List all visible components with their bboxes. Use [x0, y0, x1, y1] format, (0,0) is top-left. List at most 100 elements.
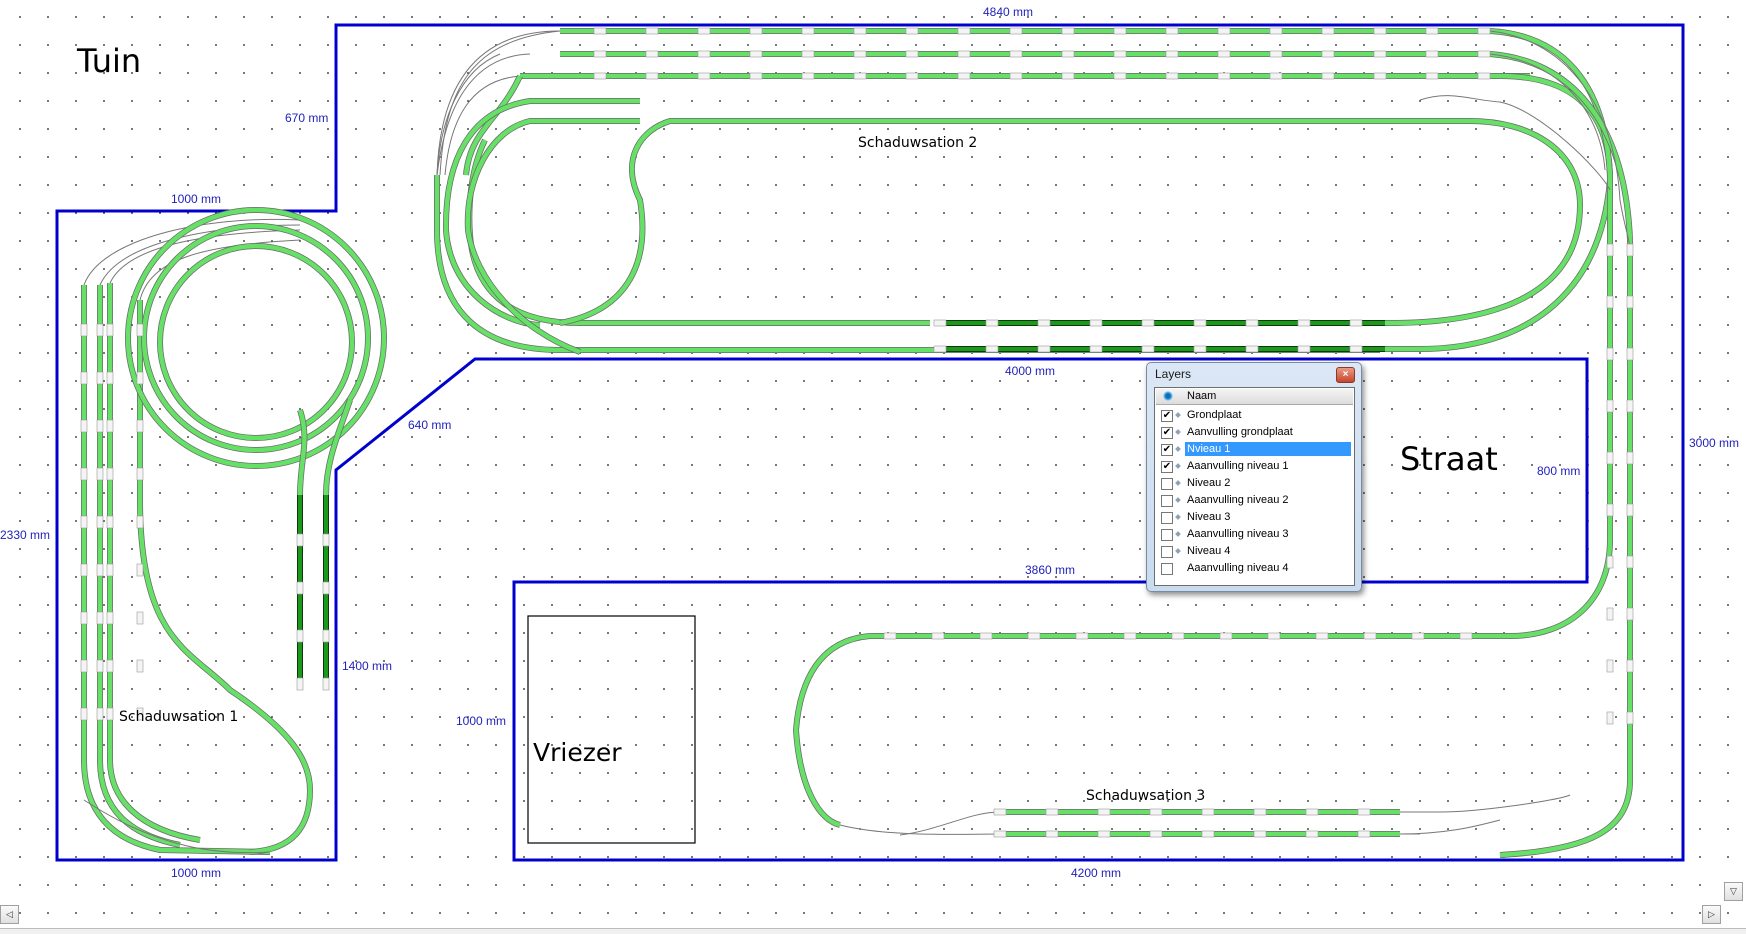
layer-name: Niveau 3: [1187, 511, 1231, 523]
track-joint: [322, 677, 330, 691]
track[interactable]: [559, 118, 1300, 326]
layer-row[interactable]: ✔ Aanvulling grondplaat: [1155, 424, 1353, 441]
layer-visibility-checkbox[interactable]: [1161, 546, 1173, 558]
track-joint: [985, 345, 999, 353]
dim-diagonal: 640 mm: [408, 418, 452, 432]
track-joint: [1009, 72, 1023, 80]
track-helix-outer[interactable]: [157, 243, 355, 441]
track-bottom-loop[interactable]: [793, 633, 871, 828]
track-joint: [1606, 399, 1614, 413]
close-icon[interactable]: ×: [1336, 367, 1355, 383]
track-joint: [1606, 243, 1614, 257]
track-helix-outer2[interactable]: [141, 223, 371, 453]
visibility-icon: [1163, 391, 1173, 401]
layer-row[interactable]: Aaanvulling niveau 2: [1155, 492, 1353, 509]
layer-visibility-checkbox[interactable]: [1161, 495, 1173, 507]
track-joint: [1269, 50, 1283, 58]
layers-column-header[interactable]: Naam: [1156, 389, 1353, 405]
track-joint: [106, 323, 114, 337]
layer-row[interactable]: Niveau 3: [1155, 509, 1353, 526]
layer-visibility-checkbox[interactable]: ✔: [1161, 444, 1173, 456]
track-joint: [645, 72, 659, 80]
track-joint: [1626, 555, 1634, 569]
layer-bullet-icon: [1175, 429, 1181, 435]
track-joint: [1113, 27, 1127, 35]
track-joint: [1165, 50, 1179, 58]
track-joint: [80, 611, 88, 625]
track-joint: [96, 371, 104, 385]
track-joint: [1626, 399, 1634, 413]
track-joint: [106, 515, 114, 529]
track-joint: [1349, 319, 1363, 327]
horizontal-scrollbar[interactable]: [0, 928, 1746, 934]
layer-bullet-icon: [1175, 412, 1181, 418]
track-joint: [296, 677, 304, 691]
track-joint: [1626, 243, 1634, 257]
layer-row[interactable]: ✔ Nvieau 1: [1155, 441, 1353, 458]
track-joint: [296, 533, 304, 547]
track-joint: [1061, 72, 1075, 80]
track-joint: [1477, 50, 1491, 58]
track-joint: [931, 632, 945, 640]
track-joint: [96, 323, 104, 337]
turnout-track[interactable]: [99, 224, 301, 286]
layer-row[interactable]: ✔ Grondplaat: [1155, 407, 1353, 424]
layer-visibility-checkbox[interactable]: ✔: [1161, 461, 1173, 473]
layer-visibility-checkbox[interactable]: [1161, 512, 1173, 524]
track-joint: [136, 515, 144, 529]
layer-row[interactable]: ✔ Aaanvulling niveau 1: [1155, 458, 1353, 475]
track-joint: [905, 27, 919, 35]
layer-bullet-icon: [1175, 548, 1181, 554]
dim-top: 4840 mm: [983, 5, 1034, 19]
track-joint: [322, 581, 330, 595]
turnout-track[interactable]: [1419, 95, 1611, 191]
layers-panel[interactable]: Layers × Naam ✔ Grondplaat ✔ Aanvulling gro…: [1146, 362, 1362, 592]
track-joint: [322, 629, 330, 643]
scroll-right-button[interactable]: ▷: [1702, 905, 1721, 924]
turnout-track[interactable]: [1400, 794, 1571, 813]
turnout-track[interactable]: [1399, 819, 1501, 835]
track-joint: [1357, 808, 1371, 816]
track-joint: [1219, 632, 1233, 640]
track-joint: [136, 611, 144, 625]
scroll-down-button[interactable]: ▽: [1724, 882, 1743, 901]
track-joint: [1477, 72, 1491, 80]
layers-list[interactable]: Naam ✔ Grondplaat ✔ Aanvulling grondplaat ✔ N…: [1154, 387, 1355, 586]
track-joint: [1253, 808, 1267, 816]
dim-middle-bottom: 3860 mm: [1025, 563, 1076, 577]
layer-visibility-checkbox[interactable]: ✔: [1161, 410, 1173, 422]
track-lower-1[interactable]: [467, 138, 930, 326]
track-left-3[interactable]: [107, 283, 201, 843]
layer-row[interactable]: Niveau 4: [1155, 543, 1353, 560]
layer-row[interactable]: Niveau 2: [1155, 475, 1353, 492]
layer-row[interactable]: Aaanvulling niveau 4: [1155, 560, 1353, 577]
layer-name: Niveau 2: [1187, 477, 1231, 489]
layer-name: Aaanvulling niveau 1: [1187, 460, 1289, 472]
track-joint: [96, 611, 104, 625]
track-joint: [80, 419, 88, 433]
layer-row[interactable]: Aaanvulling niveau 3: [1155, 526, 1353, 543]
layer-visibility-checkbox[interactable]: [1161, 563, 1173, 575]
layer-visibility-checkbox[interactable]: [1161, 529, 1173, 541]
turnout-track[interactable]: [899, 811, 1001, 836]
track-joint: [593, 72, 607, 80]
layer-visibility-checkbox[interactable]: ✔: [1161, 427, 1173, 439]
dim-right-side: 3000 mm: [1689, 436, 1740, 450]
track-joint: [1027, 632, 1041, 640]
layer-visibility-checkbox[interactable]: [1161, 478, 1173, 490]
track-joint: [1113, 50, 1127, 58]
track-joint: [96, 419, 104, 433]
track-joint: [96, 707, 104, 721]
track[interactable]: [465, 118, 640, 355]
track-joint: [985, 319, 999, 327]
layer-bullet-icon: [1175, 514, 1181, 520]
layer-name: Niveau 4: [1187, 545, 1231, 557]
track-joint: [80, 515, 88, 529]
track-joint: [1045, 830, 1059, 838]
scroll-left-button[interactable]: ◁: [0, 905, 19, 924]
track-joint: [1045, 808, 1059, 816]
track-joint: [801, 27, 815, 35]
track-joint: [853, 27, 867, 35]
track-left-4[interactable]: [137, 300, 313, 855]
track-joint: [1626, 659, 1634, 673]
